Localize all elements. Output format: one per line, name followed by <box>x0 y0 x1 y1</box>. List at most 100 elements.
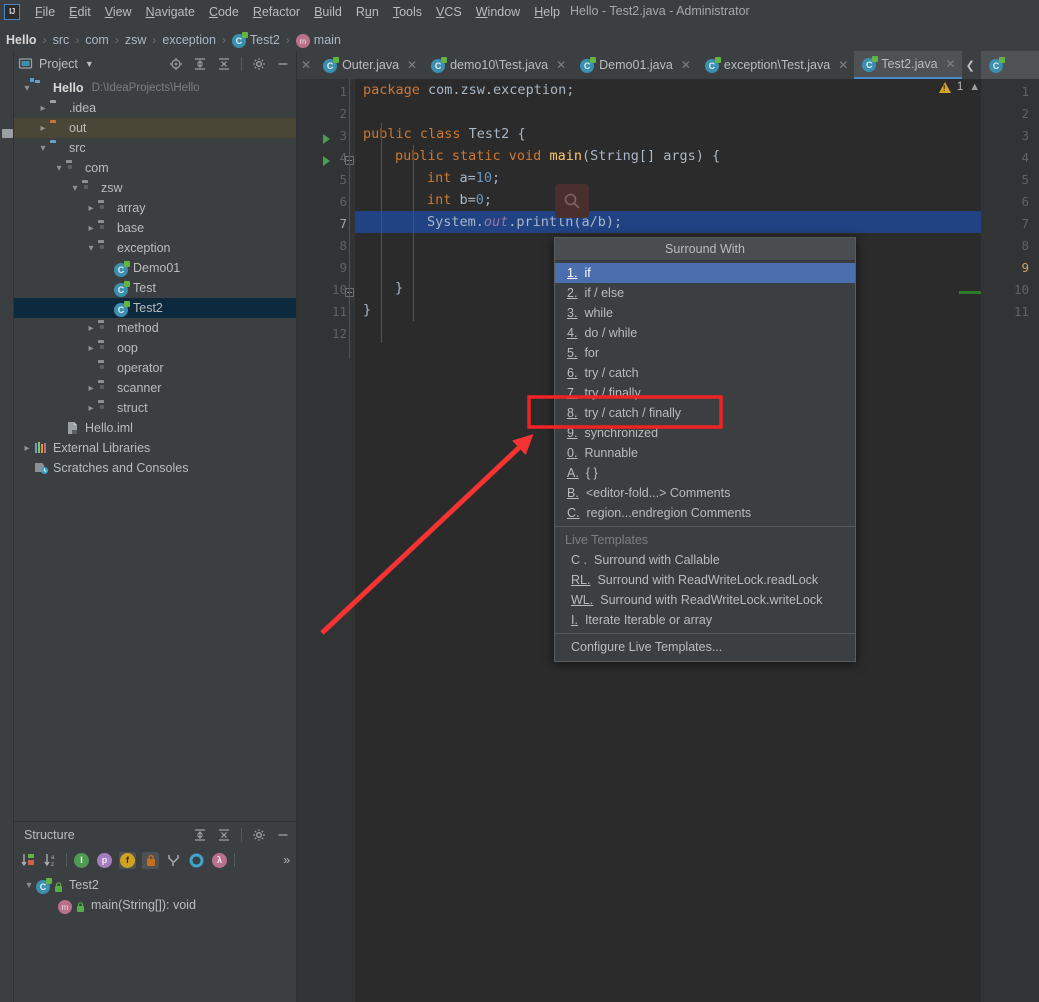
breadcrumb-item-com[interactable]: com <box>85 33 109 47</box>
sort-alphabetically-icon[interactable]: az <box>43 852 60 869</box>
structure-node-test2[interactable]: C Test2 <box>14 875 296 895</box>
editor-gutter[interactable]: 1 2 3 4 5 6 7 8 9 10 11 12 <box>297 79 355 1002</box>
tree-node-demo01[interactable]: C Demo01 <box>14 258 296 278</box>
breadcrumb-item-hello[interactable]: Hello <box>6 33 37 47</box>
live-template-list[interactable]: C . Surround with Callable RL. Surround wit… <box>555 550 855 630</box>
surround-with-popup[interactable]: Surround With 1. if 2. if / else 3. while 4. do… <box>554 237 856 662</box>
tree-toggle-closed-icon[interactable] <box>84 203 98 214</box>
group-methods-icon[interactable] <box>165 852 182 869</box>
tree-toggle-open-icon[interactable] <box>20 83 34 94</box>
previous-problem-chevron-up-icon[interactable]: ▲ <box>969 81 980 93</box>
tree-node-out[interactable]: out <box>14 118 296 138</box>
tree-node-src[interactable]: src <box>14 138 296 158</box>
breadcrumb-item-zsw[interactable]: zsw <box>125 33 147 47</box>
tree-node-scanner[interactable]: scanner <box>14 378 296 398</box>
run-gutter-icon[interactable] <box>323 134 330 144</box>
tree-toggle-open-icon[interactable] <box>68 183 82 194</box>
collapse-all-icon[interactable] <box>217 57 231 71</box>
expand-all-icon[interactable] <box>193 57 207 71</box>
menu-item-build[interactable]: Build <box>307 3 349 21</box>
popup-item-if[interactable]: 1. if <box>555 263 855 283</box>
tree-toggle-open-icon[interactable] <box>52 163 66 174</box>
popup-item-do-while[interactable]: 4. do / while <box>555 323 855 343</box>
tree-node-exception[interactable]: exception <box>14 238 296 258</box>
popup-item-runnable[interactable]: 0. Runnable <box>555 443 855 463</box>
more-options-icon[interactable]: » <box>283 853 290 867</box>
tree-toggle-closed-icon[interactable] <box>84 343 98 354</box>
split-editor-gutter[interactable]: 1 2 3 4 5 6 7 8 9 10 11 <box>981 79 1039 1002</box>
run-gutter-icon[interactable] <box>323 156 330 166</box>
breadcrumb-item-exception[interactable]: exception <box>162 33 216 47</box>
popup-item-synchronized[interactable]: 9. synchronized <box>555 423 855 443</box>
popup-item-try-finally[interactable]: 7. try / finally <box>555 383 855 403</box>
editor-tab-demo01-java[interactable]: C Demo01.java ✕ <box>572 51 697 79</box>
tab-close-all-icon[interactable]: ✕ <box>297 51 315 79</box>
tree-toggle-open-icon[interactable] <box>22 880 36 891</box>
menu-item-file[interactable]: File <box>28 3 62 21</box>
tree-node-external-libraries[interactable]: External Libraries <box>14 438 296 458</box>
popup-item-list[interactable]: 1. if 2. if / else 3. while 4. do / while 5. for 6… <box>555 261 855 523</box>
show-anonymous-icon[interactable] <box>188 852 205 869</box>
close-icon[interactable]: ✕ <box>556 58 566 72</box>
expand-all-icon[interactable] <box>193 828 207 842</box>
editor-tab-outer-java[interactable]: C Outer.java ✕ <box>315 51 423 79</box>
locate-icon[interactable] <box>169 57 183 71</box>
structure-node-main-string-void[interactable]: m main(String[]): void <box>14 895 296 915</box>
close-icon[interactable]: ✕ <box>838 58 848 72</box>
tree-node-base[interactable]: base <box>14 218 296 238</box>
breadcrumb[interactable]: Hello › src › com › zsw › exception › C Test2 › m main <box>0 29 1039 51</box>
gear-icon[interactable] <box>252 57 266 71</box>
hide-panel-icon[interactable] <box>276 57 290 71</box>
menu-item-help[interactable]: Help <box>527 3 567 21</box>
gear-icon[interactable] <box>252 828 266 842</box>
tree-node-scratches-and-consoles[interactable]: Scratches and Consoles <box>14 458 296 478</box>
tree-toggle-closed-icon[interactable] <box>84 383 98 394</box>
breadcrumb-item-main[interactable]: m main <box>295 33 341 48</box>
show-non-public-icon[interactable] <box>142 851 159 869</box>
tree-toggle-open-icon[interactable] <box>36 143 50 154</box>
popup-item-while[interactable]: 3. while <box>555 303 855 323</box>
close-icon[interactable]: ✕ <box>946 57 956 71</box>
live-template-item-iterate-iterable-or-array[interactable]: I. Iterate Iterable or array <box>555 610 855 630</box>
tree-node-zsw[interactable]: zsw <box>14 178 296 198</box>
tree-toggle-closed-icon[interactable] <box>36 103 50 114</box>
menu-item-view[interactable]: View <box>98 3 139 21</box>
sort-by-visibility-icon[interactable] <box>20 852 37 869</box>
editor-tab-exception-test-java[interactable]: Cexception\Test.java ✕ <box>697 51 854 79</box>
menu-item-tools[interactable]: Tools <box>386 3 429 21</box>
tree-node-method[interactable]: method <box>14 318 296 338</box>
chevron-down-icon[interactable]: ▼ <box>85 59 94 69</box>
popup-item-for[interactable]: 5. for <box>555 343 855 363</box>
breadcrumb-item-src[interactable]: src <box>53 33 70 47</box>
close-icon[interactable]: ✕ <box>407 58 417 72</box>
show-lambdas-icon[interactable]: λ <box>211 852 228 869</box>
tree-node-com[interactable]: com <box>14 158 296 178</box>
tree-toggle-closed-icon[interactable] <box>84 323 98 334</box>
popup-item-editor-fold-comments[interactable]: B. <editor-fold...> Comments <box>555 483 855 503</box>
menu-item-window[interactable]: Window <box>469 3 527 21</box>
popup-item-try-catch-finally[interactable]: 8. try / catch / finally <box>555 403 855 423</box>
live-template-item-surround-with-readwritelock-writelock[interactable]: WL. Surround with ReadWriteLock.writeLock <box>555 590 855 610</box>
menu-item-navigate[interactable]: Navigate <box>139 3 202 21</box>
tree-node-test2[interactable]: C Test2 <box>14 298 296 318</box>
menu-item-vcs[interactable]: VCS <box>429 3 469 21</box>
tree-toggle-closed-icon[interactable] <box>36 123 50 134</box>
menu-item-refactor[interactable]: Refactor <box>246 3 307 21</box>
show-properties-icon[interactable]: p <box>96 852 113 869</box>
editor-tab-demo10-test-java[interactable]: Cdemo10\Test.java ✕ <box>423 51 572 79</box>
tree-node-test[interactable]: C Test <box>14 278 296 298</box>
show-inherited-icon[interactable]: I <box>73 852 90 869</box>
menu-item-run[interactable]: Run <box>349 3 386 21</box>
tree-toggle-closed-icon[interactable] <box>84 223 98 234</box>
popup-item-region-endregion-comments[interactable]: C. region...endregion Comments <box>555 503 855 523</box>
menu-item-code[interactable]: Code <box>202 3 246 21</box>
popup-item-if-else[interactable]: 2. if / else <box>555 283 855 303</box>
breadcrumb-item-test2[interactable]: C Test2 <box>231 32 280 48</box>
configure-live-templates-item[interactable]: Configure Live Templates... <box>555 637 855 657</box>
search-icon-overlay[interactable] <box>555 184 589 218</box>
tree-toggle-open-icon[interactable] <box>84 243 98 254</box>
tree-node-hello-iml[interactable]: Hello.iml <box>14 418 296 438</box>
menu-item-edit[interactable]: Edit <box>62 3 98 21</box>
hide-panel-icon[interactable] <box>276 828 290 842</box>
live-template-item-surround-with-callable[interactable]: C . Surround with Callable <box>555 550 855 570</box>
